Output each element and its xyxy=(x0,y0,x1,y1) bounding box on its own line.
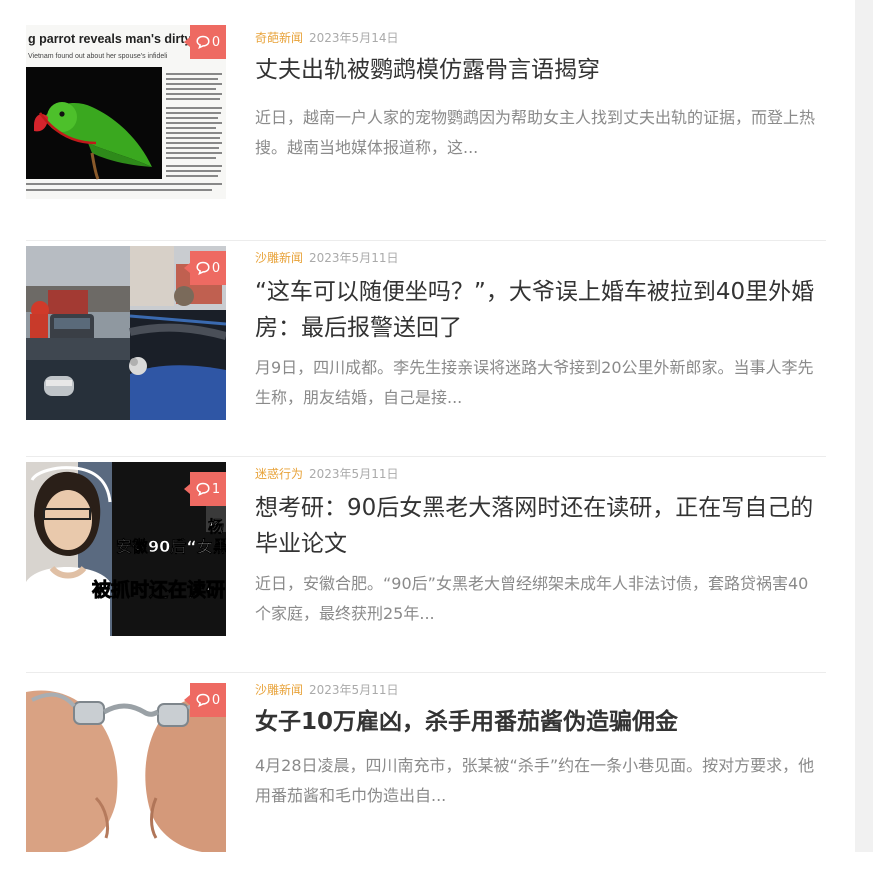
article-meta: 奇葩新闻 2023年5月14日 xyxy=(255,29,398,46)
article-thumbnail[interactable]: 0 xyxy=(26,246,226,420)
comment-icon xyxy=(196,261,210,275)
thumb-caption-line-2: 被抓时还在读研 xyxy=(92,578,225,601)
article-meta: 迷惑行为 2023年5月11日 xyxy=(255,465,398,482)
comment-icon xyxy=(196,35,210,49)
thumb-caption-line-1: 安徽90后“女黑 xyxy=(116,537,226,556)
article-date: 2023年5月11日 xyxy=(309,251,399,265)
scrollbar-track[interactable] xyxy=(855,0,873,852)
article-category[interactable]: 奇葩新闻 xyxy=(255,31,303,45)
comment-badge[interactable]: 0 xyxy=(184,683,226,717)
article-card: 0 沙雕新闻 2023年5月11日 “这车可以随便坐吗？”，大爷误上婚车被拉到40… xyxy=(26,241,826,457)
article-title[interactable]: 丈夫出轨被鹦鹉模仿露骨言语揭穿 xyxy=(255,52,827,88)
article-card: g parrot reveals man's dirty sec Vietnam… xyxy=(26,25,826,241)
article-meta: 沙雕新闻 2023年5月11日 xyxy=(255,249,398,266)
article-date: 2023年5月11日 xyxy=(309,683,399,697)
comment-count: 1 xyxy=(211,481,221,497)
thumb-caption-corner: 杨 xyxy=(208,517,224,536)
comment-badge[interactable]: 0 xyxy=(184,251,226,285)
article-card: 杨 安徽90后“女黑 被抓时还在读研 1 迷惑行为 2023年5月11日 想考研：… xyxy=(26,457,826,673)
article-category[interactable]: 迷惑行为 xyxy=(255,467,303,481)
article-date: 2023年5月14日 xyxy=(309,31,399,45)
article-card: 0 沙雕新闻 2023年5月11日 女子10万雇凶，杀手用番茄酱伪造骗佣金 4月2… xyxy=(26,673,826,889)
article-title[interactable]: 女子10万雇凶，杀手用番茄酱伪造骗佣金 xyxy=(255,704,827,740)
comment-count: 0 xyxy=(211,34,221,50)
article-thumbnail[interactable]: 杨 安徽90后“女黑 被抓时还在读研 1 xyxy=(26,462,226,636)
comment-badge[interactable]: 1 xyxy=(184,472,226,506)
article-meta: 沙雕新闻 2023年5月11日 xyxy=(255,681,398,698)
article-category[interactable]: 沙雕新闻 xyxy=(255,251,303,265)
comment-count: 0 xyxy=(211,260,221,276)
comment-badge[interactable]: 0 xyxy=(184,25,226,59)
thumb-subcaption: Vietnam found out about her spouse's inf… xyxy=(28,53,168,60)
article-excerpt: 近日，越南一户人家的宠物鹦鹉因为帮助女主人找到丈夫出轨的证据，而登上热搜。越南当… xyxy=(255,108,816,157)
article-category[interactable]: 沙雕新闻 xyxy=(255,683,303,697)
article-title[interactable]: 想考研：90后女黑老大落网时还在读研，正在写自己的毕业论文 xyxy=(255,490,827,562)
article-excerpt: 4月28日凌晨，四川南充市，张某被“杀手”约在一条小巷见面。按对方要求，他用番茄… xyxy=(255,756,815,805)
article-thumbnail[interactable]: g parrot reveals man's dirty sec Vietnam… xyxy=(26,25,226,199)
comment-icon xyxy=(196,482,210,496)
article-excerpt: 月9日，四川成都。李先生接亲误将迷路大爷接到20公里外新郎家。当事人李先生称，朋… xyxy=(255,358,814,407)
comment-count: 0 xyxy=(211,692,221,708)
article-thumbnail[interactable]: 0 xyxy=(26,678,226,852)
comment-icon xyxy=(196,693,210,707)
article-excerpt: 近日，安徽合肥。“90后”女黑老大曾经绑架未成年人非法讨债，套路贷祸害40个家庭… xyxy=(255,574,809,623)
article-date: 2023年5月11日 xyxy=(309,467,399,481)
article-title[interactable]: “这车可以随便坐吗？”，大爷误上婚车被拉到40里外婚房：最后报警送回了 xyxy=(255,274,827,346)
article-feed: g parrot reveals man's dirty sec Vietnam… xyxy=(0,0,855,852)
